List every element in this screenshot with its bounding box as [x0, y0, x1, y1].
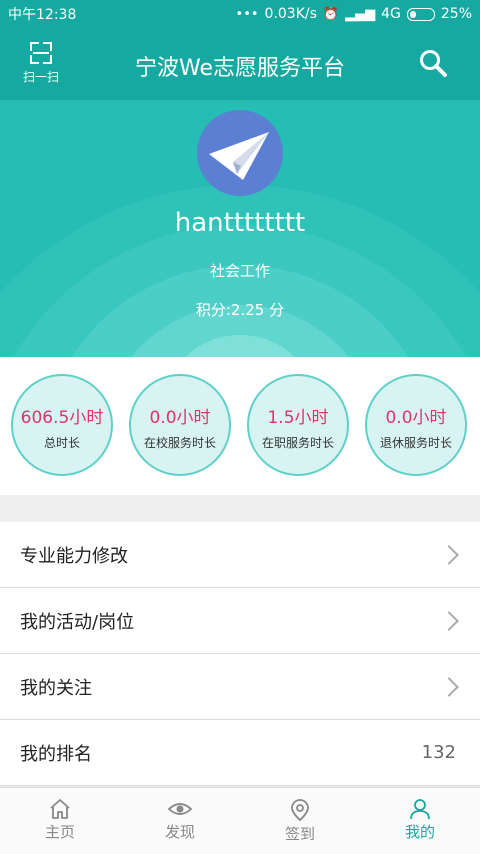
stat-label: 在校服务时长: [143, 436, 216, 450]
tab-label: 签到: [284, 825, 315, 843]
menu-item-label: 专业能力修改: [20, 545, 128, 567]
stat-label: 总时长: [43, 436, 80, 450]
chevron-right-icon: [439, 544, 459, 565]
menu-item-label: 我的排名: [20, 743, 92, 765]
network-speed: 0.03K/s: [264, 6, 317, 22]
search-icon[interactable]: [418, 48, 448, 78]
menu-list: 专业能力修改 我的活动/岗位 我的关注 我的排名 132: [0, 522, 480, 786]
tab-checkin[interactable]: 签到: [240, 788, 360, 854]
alarm-icon: ⏰: [322, 6, 340, 22]
stat-value: 1.5小时: [267, 408, 329, 428]
stat-label: 在职服务时长: [261, 436, 334, 450]
status-time: 中午12:38: [8, 7, 77, 23]
status-indicators: ••• 0.03K/s ⏰ ▂▄▆ 4G 25%: [236, 6, 472, 22]
tab-home[interactable]: 主页: [0, 788, 120, 854]
tab-mine[interactable]: 我的: [360, 788, 480, 854]
user-points: 积分:2.25 分: [195, 301, 285, 319]
username: hantttttttt: [174, 208, 306, 238]
menu-item-activities[interactable]: 我的活动/岗位: [0, 588, 480, 654]
menu-item-follows[interactable]: 我的关注: [0, 654, 480, 720]
chevron-right-icon: [439, 610, 459, 631]
menu-item-ranking[interactable]: 我的排名 132: [0, 720, 480, 786]
stat-work-hours[interactable]: 1.5小时 在职服务时长: [247, 374, 349, 476]
profile-hero: hantttttttt 社会工作 积分:2.25 分: [0, 100, 480, 357]
stat-school-hours[interactable]: 0.0小时 在校服务时长: [129, 374, 231, 476]
user-role: 社会工作: [209, 262, 270, 280]
stat-label: 退休服务时长: [379, 436, 452, 450]
page-title: 宁波We志愿服务平台: [135, 56, 345, 81]
paper-plane-icon: [209, 132, 269, 180]
service-stats: 606.5小时 总时长 0.0小时 在校服务时长 1.5小时 在职服务时长 0.…: [0, 357, 480, 495]
location-pin-icon: [291, 799, 309, 822]
network-type: 4G: [381, 6, 401, 22]
menu-item-label: 我的活动/岗位: [20, 611, 135, 633]
stat-value: 606.5小时: [20, 408, 104, 428]
user-icon: [410, 799, 430, 820]
chevron-right-icon: [439, 676, 459, 697]
home-icon: [50, 799, 70, 819]
battery-level: 25%: [440, 6, 472, 22]
stat-retired-hours[interactable]: 0.0小时 退休服务时长: [365, 374, 467, 476]
tab-label: 主页: [44, 823, 75, 841]
signal-icon: ▂▄▆: [345, 6, 376, 22]
ranking-value: 132: [421, 742, 456, 763]
menu-item-skills[interactable]: 专业能力修改: [0, 522, 480, 588]
status-bar: 中午12:38 ••• 0.03K/s ⏰ ▂▄▆ 4G 25%: [0, 0, 480, 28]
more-dots-icon: •••: [235, 6, 259, 22]
battery-icon: [406, 7, 435, 21]
stat-value: 0.0小时: [385, 408, 447, 428]
tab-label: 我的: [404, 823, 435, 841]
tab-discover[interactable]: 发现: [120, 788, 240, 854]
stat-value: 0.0小时: [149, 408, 211, 428]
menu-item-label: 我的关注: [20, 677, 92, 699]
stat-total-hours[interactable]: 606.5小时 总时长: [11, 374, 113, 476]
bottom-tab-bar: 主页 发现 签到 我的: [0, 787, 480, 854]
app-header: 扫一扫 宁波We志愿服务平台: [0, 28, 480, 100]
eye-icon: [167, 803, 193, 815]
tab-label: 发现: [164, 823, 195, 841]
avatar[interactable]: [197, 110, 283, 196]
